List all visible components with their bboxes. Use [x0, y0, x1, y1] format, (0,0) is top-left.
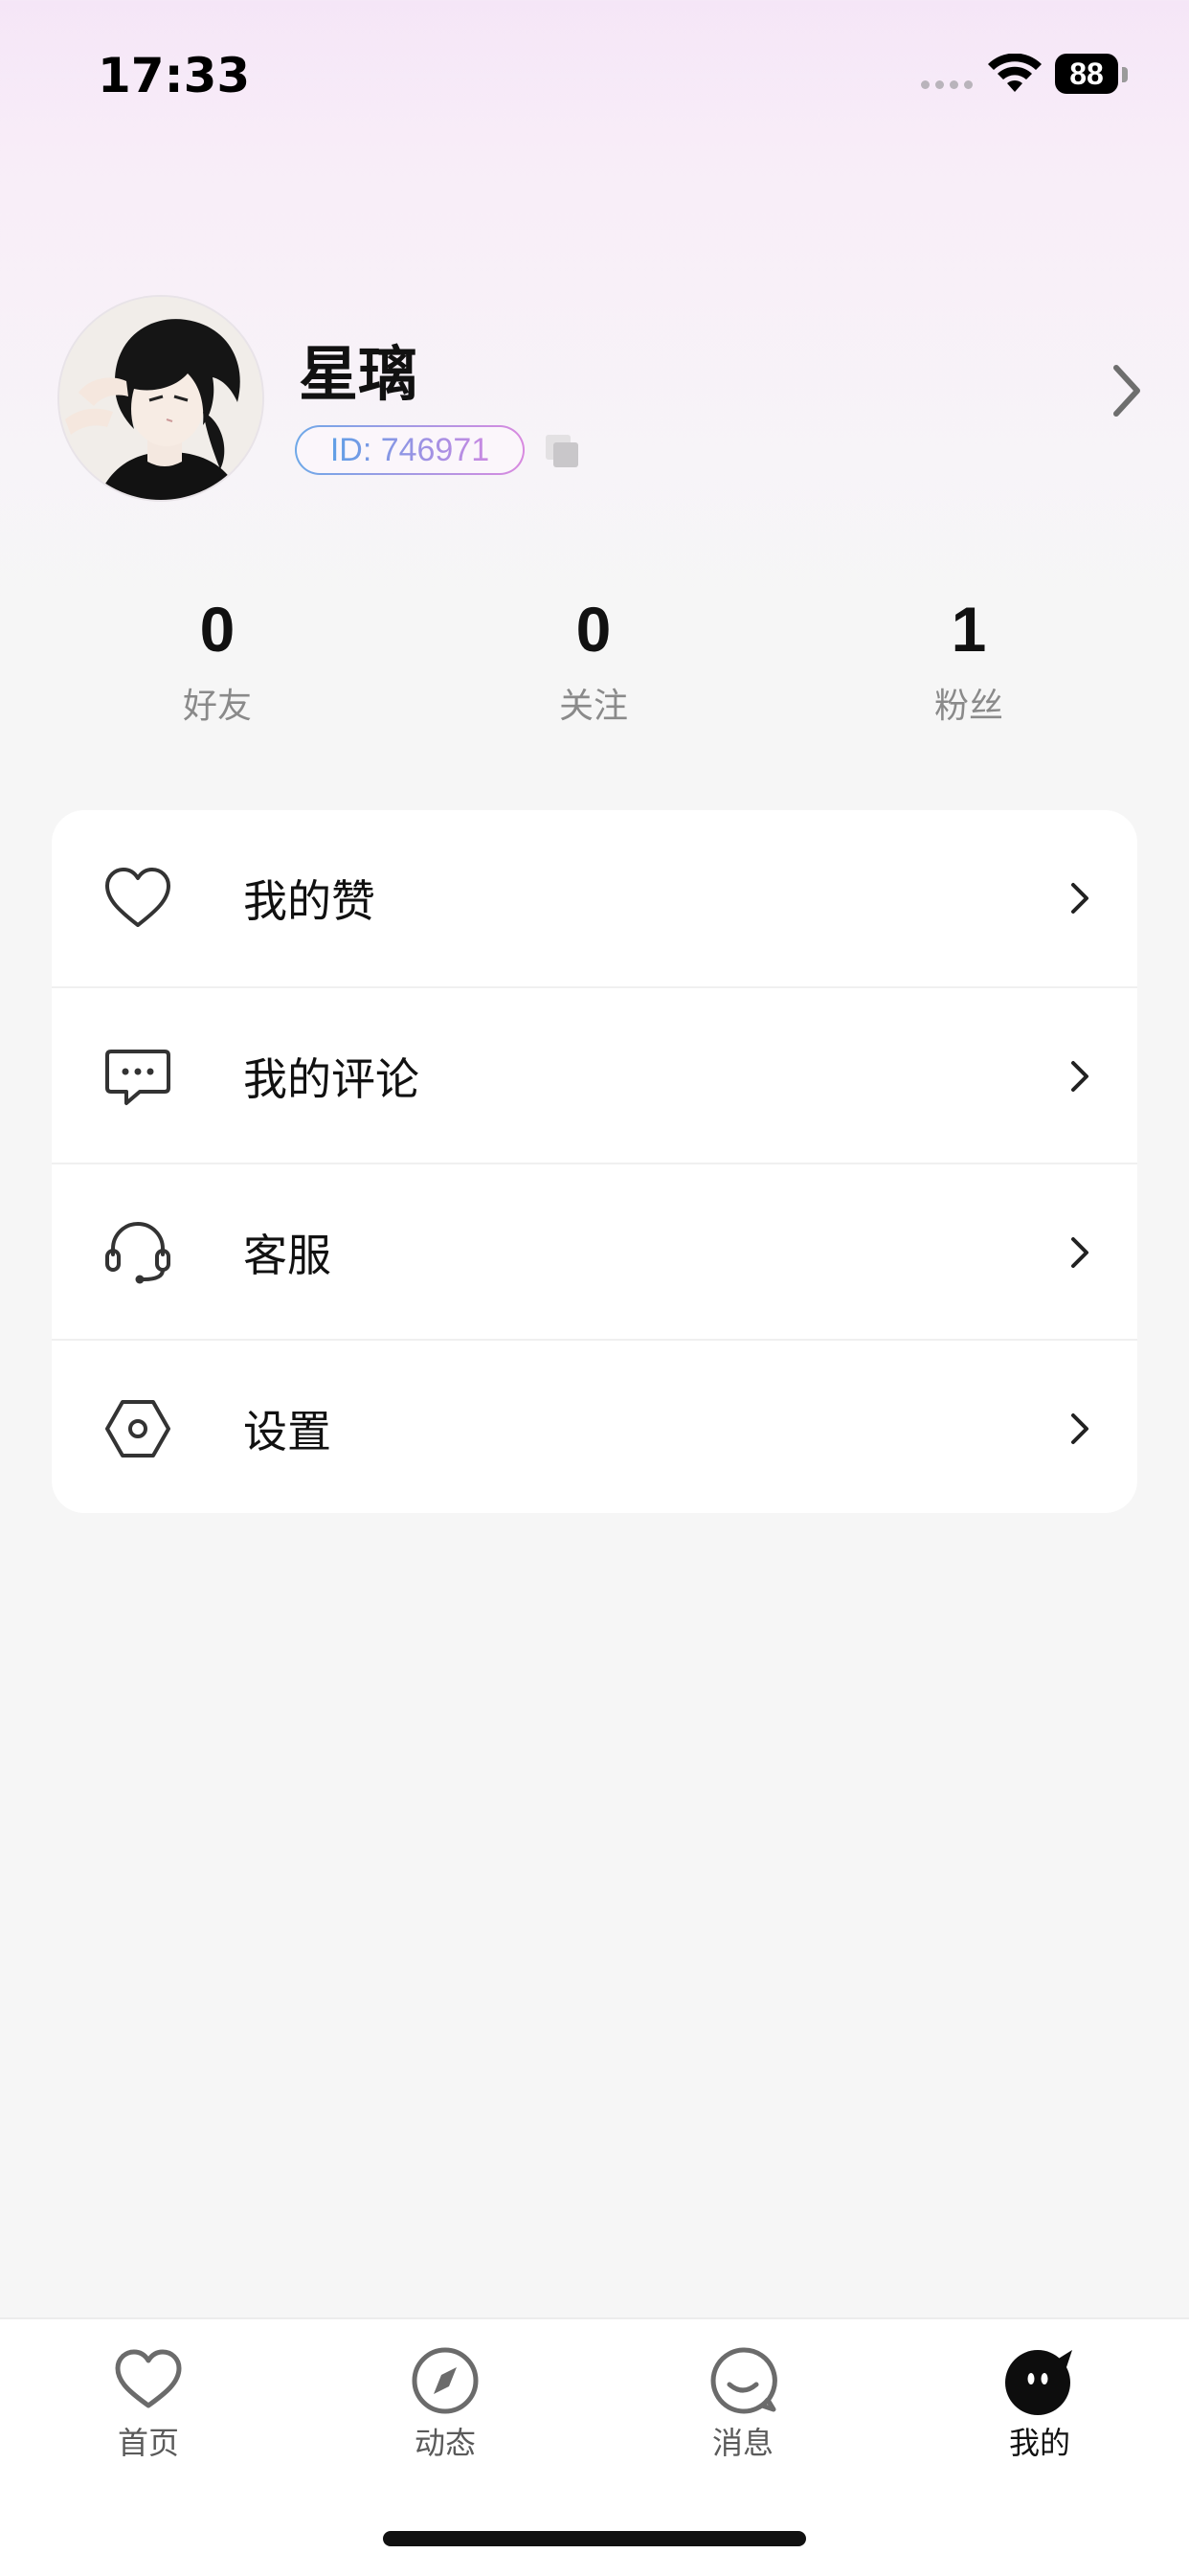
- mascot-face-icon: [1005, 2350, 1072, 2415]
- stat-friends-label: 好友: [182, 687, 252, 726]
- stat-following-value: 0: [575, 594, 612, 665]
- stat-followers-label: 粉丝: [933, 687, 1003, 726]
- tab-messages[interactable]: 消息: [666, 2342, 819, 2463]
- tab-feed-label: 动态: [414, 2425, 476, 2461]
- tab-messages-label: 消息: [711, 2425, 774, 2461]
- home-indicator: [383, 2531, 806, 2546]
- status-time: 17:33: [98, 48, 251, 103]
- compass-icon: [412, 2347, 479, 2414]
- menu-item-settings-label: 设置: [243, 1406, 331, 1457]
- avatar[interactable]: [59, 297, 262, 500]
- heart-icon: [105, 868, 170, 927]
- headset-icon: [105, 1222, 170, 1284]
- tab-home-label: 首页: [117, 2425, 179, 2461]
- chevron-right-icon: [1071, 1237, 1088, 1268]
- stat-friends-value: 0: [199, 594, 236, 665]
- stat-following[interactable]: 0 关注: [450, 592, 737, 728]
- menu-item-comments[interactable]: 我的评论: [52, 986, 1137, 1164]
- user-id-badge: ID: 746971: [295, 425, 525, 475]
- chevron-right-icon: [1071, 1413, 1088, 1444]
- settings-hexagon-icon: [105, 1400, 170, 1457]
- wifi-icon: [988, 54, 1042, 92]
- menu-item-customer-service-label: 客服: [243, 1230, 331, 1281]
- heart-icon: [115, 2349, 182, 2408]
- stat-following-label: 关注: [558, 687, 628, 726]
- menu-item-likes[interactable]: 我的赞: [52, 810, 1137, 986]
- menu-item-settings[interactable]: 设置: [52, 1339, 1137, 1513]
- tab-me[interactable]: 我的: [963, 2342, 1116, 2463]
- chevron-right-icon: [1071, 1061, 1088, 1092]
- menu-item-likes-label: 我的赞: [243, 875, 375, 927]
- battery-nub: [1122, 67, 1128, 82]
- menu-item-customer-service[interactable]: 客服: [52, 1163, 1137, 1341]
- username: 星璃: [299, 339, 418, 409]
- stat-friends[interactable]: 0 好友: [74, 592, 361, 728]
- avatar-illustration: [59, 297, 262, 500]
- stat-followers[interactable]: 1 粉丝: [825, 592, 1112, 728]
- tab-me-label: 我的: [1008, 2425, 1070, 2461]
- chevron-right-icon: [1071, 883, 1088, 914]
- menu-card: 我的赞 我的评论 客服 设置: [52, 810, 1137, 1513]
- tab-feed[interactable]: 动态: [369, 2342, 522, 2463]
- comment-icon: [105, 1050, 170, 1105]
- tab-home[interactable]: 首页: [72, 2342, 225, 2463]
- chat-bubble-icon: [710, 2347, 777, 2414]
- user-id-text: ID: 746971: [329, 431, 490, 468]
- menu-item-comments-label: 我的评论: [243, 1053, 419, 1105]
- cellular-signal-icon: [921, 80, 973, 89]
- profile-chevron-right-icon[interactable]: [1109, 362, 1143, 419]
- stat-followers-value: 1: [951, 594, 987, 665]
- battery-icon: 88: [1055, 54, 1118, 94]
- copy-icon[interactable]: [544, 433, 580, 469]
